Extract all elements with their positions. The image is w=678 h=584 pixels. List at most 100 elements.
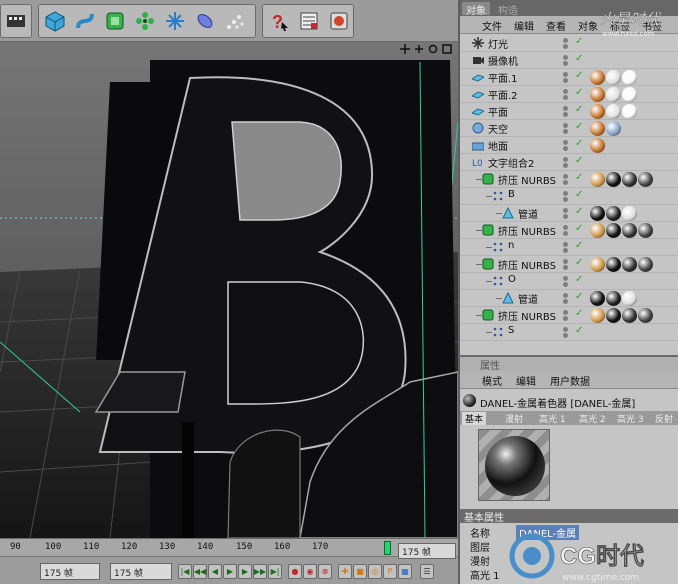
object-row[interactable]: 管道 ✓ <box>460 290 678 307</box>
menu-edit[interactable]: 编辑 <box>514 18 534 33</box>
material-tag-icon[interactable] <box>606 87 621 102</box>
enabled-check-icon[interactable]: ✓ <box>575 172 583 183</box>
object-row[interactable]: 平面 ✓ <box>460 103 678 120</box>
menu-user-data[interactable]: 用户数据 <box>550 373 590 388</box>
nurbs-icon[interactable] <box>102 8 128 34</box>
object-row[interactable]: 管道 ✓ <box>460 205 678 222</box>
go-end-button[interactable]: ▶| <box>268 564 282 579</box>
key-rotation-button[interactable]: ◎ <box>368 564 382 579</box>
enabled-check-icon[interactable]: ✓ <box>575 291 583 302</box>
material-tag-icon[interactable] <box>638 172 653 187</box>
maximize-icon[interactable] <box>442 44 452 54</box>
material-tag-icon[interactable] <box>606 257 621 272</box>
material-tag-icon[interactable] <box>622 308 637 323</box>
next-frame-button[interactable]: ▶ <box>238 564 252 579</box>
enabled-check-icon[interactable]: ✓ <box>575 240 583 251</box>
spline-icon[interactable] <box>192 8 218 34</box>
material-tag-icon[interactable] <box>606 70 621 85</box>
playhead[interactable] <box>384 541 391 555</box>
material-tag-icon[interactable] <box>590 206 605 221</box>
material-tag-icon[interactable] <box>622 291 637 306</box>
material-tag-icon[interactable] <box>622 104 637 119</box>
cube-icon[interactable] <box>42 8 68 34</box>
visibility-dots[interactable] <box>562 123 570 134</box>
enabled-check-icon[interactable]: ✓ <box>575 189 583 200</box>
film-icon[interactable] <box>3 8 29 34</box>
menu-mode[interactable]: 模式 <box>482 373 502 388</box>
visibility-dots[interactable] <box>562 259 570 270</box>
material-tag-icon[interactable] <box>638 223 653 238</box>
visibility-dots[interactable] <box>562 327 570 338</box>
object-row[interactable]: S ✓ <box>460 324 678 341</box>
key-scale-button[interactable]: ■ <box>353 564 367 579</box>
menu-attr-edit[interactable]: 编辑 <box>516 373 536 388</box>
timeline-ruler[interactable]: 90 100 110 120 130 140 150 160 170 175 帧 <box>0 539 458 559</box>
visibility-dots[interactable] <box>562 174 570 185</box>
material-tag-icon[interactable] <box>606 172 621 187</box>
visibility-dots[interactable] <box>562 242 570 253</box>
current-frame-field[interactable]: 175 帧 <box>398 543 456 559</box>
start-frame-field[interactable]: 175 帧 <box>40 563 100 580</box>
material-tag-icon[interactable] <box>606 104 621 119</box>
tab-specular-1[interactable]: 高光 1 <box>536 412 569 425</box>
key-param-button[interactable]: P <box>383 564 397 579</box>
render-settings-icon[interactable] <box>296 8 322 34</box>
object-row[interactable]: B ✓ <box>460 188 678 205</box>
enabled-check-icon[interactable]: ✓ <box>575 155 583 166</box>
material-tag-icon[interactable] <box>590 172 605 187</box>
object-row[interactable]: 地面 ✓ <box>460 137 678 154</box>
tab-specular-3[interactable]: 高光 3 <box>614 412 647 425</box>
material-preview[interactable] <box>478 429 550 501</box>
object-row[interactable]: 平面.2 ✓ <box>460 86 678 103</box>
material-tag-icon[interactable] <box>622 223 637 238</box>
particle-icon[interactable] <box>222 8 248 34</box>
enabled-check-icon[interactable]: ✓ <box>575 206 583 217</box>
deformer-icon[interactable] <box>162 8 188 34</box>
visibility-dots[interactable] <box>562 157 570 168</box>
bend-icon[interactable] <box>72 8 98 34</box>
object-row[interactable]: n ✓ <box>460 239 678 256</box>
help-icon[interactable]: ? <box>266 8 292 34</box>
go-start-button[interactable]: |◀ <box>178 564 192 579</box>
visibility-dots[interactable] <box>562 208 570 219</box>
object-row[interactable]: 天空 ✓ <box>460 120 678 137</box>
material-tag-icon[interactable] <box>622 70 637 85</box>
object-row[interactable]: 平面.1 ✓ <box>460 69 678 86</box>
enabled-check-icon[interactable]: ✓ <box>575 87 583 98</box>
material-tag-icon[interactable] <box>622 172 637 187</box>
object-row[interactable]: O ✓ <box>460 273 678 290</box>
material-tag-icon[interactable] <box>622 87 637 102</box>
enabled-check-icon[interactable]: ✓ <box>575 53 583 64</box>
record-button[interactable]: ● <box>288 564 302 579</box>
material-tag-icon[interactable] <box>590 87 605 102</box>
material-tag-icon[interactable] <box>606 308 621 323</box>
material-tag-icon[interactable] <box>638 257 653 272</box>
tab-reflection[interactable]: 反射 <box>652 412 676 425</box>
visibility-dots[interactable] <box>562 310 570 321</box>
enabled-check-icon[interactable]: ✓ <box>575 274 583 285</box>
timeline-menu-button[interactable]: ☰ <box>420 564 434 579</box>
enabled-check-icon[interactable]: ✓ <box>575 138 583 149</box>
material-tag-icon[interactable] <box>606 206 621 221</box>
visibility-dots[interactable] <box>562 89 570 100</box>
visibility-dots[interactable] <box>562 55 570 66</box>
keyframe-button[interactable]: ⊗ <box>318 564 332 579</box>
material-tag-icon[interactable] <box>606 223 621 238</box>
prev-key-button[interactable]: ◀◀ <box>193 564 207 579</box>
material-tag-icon[interactable] <box>590 308 605 323</box>
material-tag-icon[interactable] <box>590 104 605 119</box>
material-tag-icon[interactable] <box>622 206 637 221</box>
key-position-button[interactable]: ✚ <box>338 564 352 579</box>
object-row[interactable]: 挤压 NURBS ✓ <box>460 171 678 188</box>
enabled-check-icon[interactable]: ✓ <box>575 70 583 81</box>
rotate-view-icon[interactable] <box>414 44 424 54</box>
enabled-check-icon[interactable]: ✓ <box>575 325 583 336</box>
visibility-dots[interactable] <box>562 276 570 287</box>
menu-view[interactable]: 查看 <box>546 18 566 33</box>
material-tag-icon[interactable] <box>590 257 605 272</box>
material-tag-icon[interactable] <box>590 70 605 85</box>
next-key-button[interactable]: ▶▶ <box>253 564 267 579</box>
array-icon[interactable] <box>132 8 158 34</box>
play-button[interactable]: ▶ <box>223 564 237 579</box>
enabled-check-icon[interactable]: ✓ <box>575 257 583 268</box>
